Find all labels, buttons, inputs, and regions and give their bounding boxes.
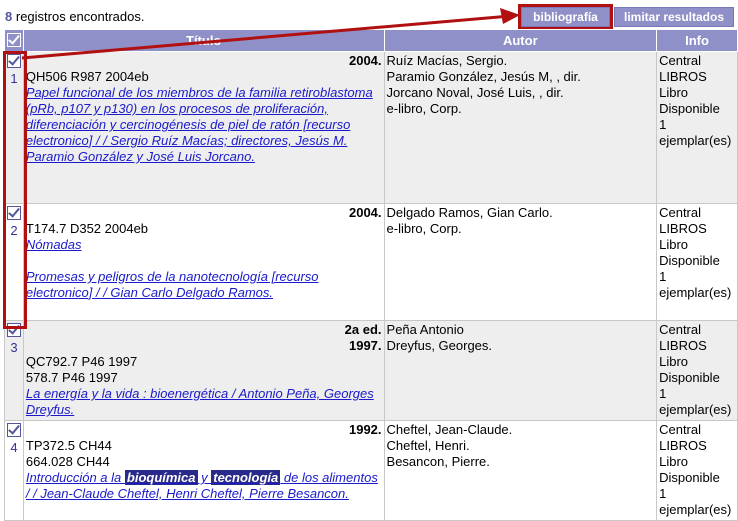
- record-title-cell: 2a ed. 1997. QC792.7 P46 1997 578.7 P46 …: [22, 320, 385, 421]
- author-name: Paramio González, Jesús M, , dir.: [386, 69, 581, 84]
- info-copies: 1: [659, 486, 667, 501]
- column-info[interactable]: Info: [656, 29, 738, 52]
- author-name: Delgado Ramos, Gian Carlo.: [386, 205, 553, 220]
- author-name: e-libro, Corp.: [386, 221, 462, 236]
- call-number: QC792.7 P46 1997: [25, 354, 138, 369]
- author-name: Cheftel, Jean-Claude.: [386, 422, 513, 437]
- info-status: Disponible: [659, 101, 720, 116]
- author-name: Besancon, Pierre.: [386, 454, 490, 469]
- checkbox-icon[interactable]: [6, 423, 21, 437]
- info-collection: LIBROS: [659, 338, 707, 353]
- info-type: Libro: [659, 237, 689, 252]
- checkbox-icon: [6, 33, 21, 47]
- author-name: Jorcano Noval, José Luis, , dir.: [386, 85, 564, 100]
- record-authors: Cheftel, Jean-Claude. Cheftel, Henri. Be…: [383, 420, 658, 521]
- record-authors: Delgado Ramos, Gian Carlo. e-libro, Corp…: [383, 203, 658, 321]
- info-copies: 1: [659, 386, 667, 401]
- call-number: 664.028 CH44: [25, 454, 110, 469]
- info-collection: LIBROS: [659, 221, 707, 236]
- info-location: Central: [659, 53, 702, 68]
- title-text: y: [197, 470, 212, 485]
- author-name: Dreyfus, Georges.: [386, 338, 493, 353]
- info-type: Libro: [659, 85, 689, 100]
- author-name: Ruíz Macías, Sergio.: [386, 53, 508, 68]
- info-collection: LIBROS: [659, 438, 707, 453]
- info-location: Central: [659, 205, 702, 220]
- table-header-row: Título Autor Info: [4, 29, 738, 52]
- info-copies: 1: [659, 117, 667, 132]
- record-year: 2004.: [348, 53, 382, 68]
- record-title-cell: 2004. T174.7 D352 2004eb Nómadas Promesa…: [22, 203, 385, 321]
- results-count-number: 8: [5, 9, 13, 24]
- limit-results-button[interactable]: limitar resultados: [614, 7, 734, 27]
- record-title-link[interactable]: La energía y la vida : bioenergética / A…: [26, 386, 374, 417]
- call-number: TP372.5 CH44: [25, 438, 112, 453]
- table-row: 1 2004. QH506 R987 2004eb Papel funciona…: [4, 51, 738, 204]
- record-info: Central LIBROS Libro Disponible 1 ejempl…: [656, 320, 738, 421]
- table-row: 2 2004. T174.7 D352 2004eb Nómadas Prome…: [4, 203, 738, 321]
- record-info: Central LIBROS Libro Disponible 1 ejempl…: [656, 420, 738, 521]
- column-title[interactable]: Título: [22, 29, 385, 52]
- info-copies-label: ejemplar(es): [659, 285, 732, 300]
- info-type: Libro: [659, 354, 689, 369]
- record-info: Central LIBROS Libro Disponible 1 ejempl…: [656, 203, 738, 321]
- record-title-link[interactable]: Introducción a la bioquímica y tecnologí…: [26, 470, 378, 501]
- record-number: 3: [10, 340, 18, 355]
- info-status: Disponible: [659, 253, 720, 268]
- select-all-checkbox[interactable]: [4, 29, 24, 52]
- record-select[interactable]: 4: [4, 420, 24, 521]
- series-link[interactable]: Nómadas: [26, 237, 82, 252]
- info-copies-label: ejemplar(es): [659, 133, 732, 148]
- info-collection: LIBROS: [659, 69, 707, 84]
- record-year: 2004.: [348, 205, 382, 220]
- record-year: 1997.: [348, 338, 382, 353]
- info-location: Central: [659, 322, 702, 337]
- bibliography-button[interactable]: bibliografía: [518, 4, 613, 30]
- record-title-link[interactable]: Papel funcional de los miembros de la fa…: [26, 85, 373, 164]
- info-copies-label: ejemplar(es): [659, 402, 732, 417]
- table-row: 4 1992. TP372.5 CH44 664.028 CH44 Introd…: [4, 420, 738, 521]
- info-copies: 1: [659, 269, 667, 284]
- record-year: 1992.: [348, 422, 382, 437]
- record-title-link[interactable]: Promesas y peligros de la nanotecnología…: [26, 269, 319, 300]
- annotation-highlight-box: [3, 51, 27, 329]
- results-table: Título Autor Info 1 2004. QH506 R987 200…: [4, 29, 738, 521]
- info-location: Central: [659, 422, 702, 437]
- record-title-cell: 1992. TP372.5 CH44 664.028 CH44 Introduc…: [22, 420, 385, 521]
- title-text: Introducción a la: [25, 470, 125, 485]
- record-number: 4: [10, 440, 18, 455]
- author-name: Cheftel, Henri.: [386, 438, 470, 453]
- column-author[interactable]: Autor: [383, 29, 658, 52]
- record-title-cell: 2004. QH506 R987 2004eb Papel funcional …: [22, 51, 385, 204]
- record-edition: 2a ed.: [344, 322, 382, 337]
- table-row: 3 2a ed. 1997. QC792.7 P46 1997 578.7 P4…: [4, 320, 738, 421]
- search-term-highlight: bioquímica: [124, 470, 198, 485]
- record-authors: Peña Antonio Dreyfus, Georges.: [383, 320, 658, 421]
- info-copies-label: ejemplar(es): [659, 502, 732, 517]
- author-name: e-libro, Corp.: [386, 101, 462, 116]
- call-number: 578.7 P46 1997: [25, 370, 118, 385]
- results-toolbar: 8 registros encontrados. bibliografía li…: [0, 0, 738, 30]
- info-type: Libro: [659, 454, 689, 469]
- info-status: Disponible: [659, 470, 720, 485]
- record-select[interactable]: 3: [4, 320, 24, 421]
- search-term-highlight: tecnología: [211, 470, 281, 485]
- author-name: Peña Antonio: [386, 322, 464, 337]
- call-number: T174.7 D352 2004eb: [25, 221, 149, 236]
- record-info: Central LIBROS Libro Disponible 1 ejempl…: [656, 51, 738, 204]
- record-authors: Ruíz Macías, Sergio. Paramio González, J…: [383, 51, 658, 204]
- call-number: QH506 R987 2004eb: [25, 69, 149, 84]
- results-count-label: registros encontrados.: [15, 9, 145, 24]
- info-status: Disponible: [659, 370, 720, 385]
- results-count: 8 registros encontrados.: [5, 9, 144, 24]
